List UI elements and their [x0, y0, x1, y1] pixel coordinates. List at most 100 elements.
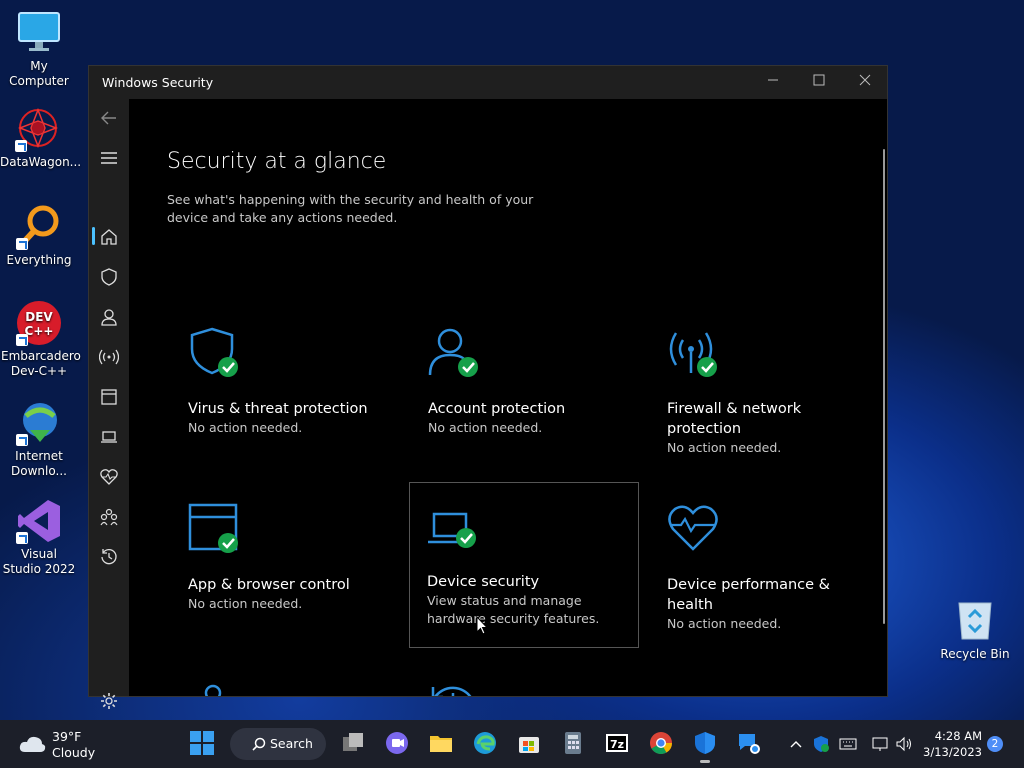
- defender-tray-icon[interactable]: [812, 735, 830, 753]
- nav-account-protection[interactable]: [99, 307, 119, 327]
- scrollbar[interactable]: [883, 149, 885, 624]
- tile-status: No action needed.: [188, 596, 303, 611]
- running-indicator: [700, 760, 710, 763]
- chevron-up-icon: [790, 741, 802, 748]
- 7zip-button[interactable]: 7z: [604, 730, 632, 758]
- notification-count: 2: [991, 738, 999, 750]
- notification-badge[interactable]: 2: [987, 736, 1003, 752]
- nav-settings[interactable]: [99, 691, 119, 711]
- nav-home[interactable]: [99, 227, 119, 247]
- teams-chat-button[interactable]: [384, 730, 412, 758]
- tile-firewall-network-protection[interactable]: Firewall & network protection No action …: [647, 305, 877, 471]
- tile-virus-threat-protection[interactable]: Virus & threat protection No action need…: [168, 305, 398, 471]
- nav-protection-history[interactable]: [99, 547, 119, 567]
- close-button[interactable]: [842, 66, 888, 99]
- volume-tray-icon[interactable]: [895, 735, 913, 753]
- nav-firewall[interactable]: [98, 347, 120, 367]
- back-button[interactable]: [99, 108, 119, 128]
- desktop-icon-label: DataWagon...: [0, 155, 82, 169]
- taskbar-search-button[interactable]: Search: [230, 728, 326, 760]
- protection-history-tile-icon[interactable]: [427, 681, 479, 696]
- visual-studio-icon: [16, 498, 62, 544]
- tile-app-browser-control[interactable]: App & browser control No action needed.: [168, 481, 398, 647]
- svg-text:7z: 7z: [610, 738, 624, 751]
- nav-family-options[interactable]: [99, 507, 119, 527]
- antenna-icon: [98, 349, 120, 365]
- title-bar[interactable]: Windows Security: [89, 66, 887, 99]
- tile-device-performance-health[interactable]: Device performance & health No action ne…: [647, 481, 877, 647]
- shield-check-icon: [188, 327, 240, 379]
- search-icon: [252, 737, 266, 751]
- tile-account-protection[interactable]: Account protection No action needed.: [408, 305, 638, 471]
- start-button[interactable]: [189, 730, 217, 758]
- tile-title: Device performance & health: [667, 577, 830, 613]
- minimize-button[interactable]: [750, 66, 796, 99]
- edge-browser-icon: [474, 732, 496, 754]
- back-arrow-icon: [101, 111, 116, 125]
- store-icon: [519, 737, 539, 753]
- task-view-icon: [343, 733, 363, 751]
- edge-button[interactable]: [472, 730, 500, 758]
- nav-device-performance[interactable]: [99, 467, 119, 487]
- tile-device-security[interactable]: Device security View status and manage h…: [409, 482, 639, 648]
- show-hidden-icons-button[interactable]: [788, 736, 804, 752]
- chrome-icon: [650, 732, 672, 754]
- windows-security-taskbar-button[interactable]: [692, 730, 720, 763]
- shortcut-arrow-icon: [15, 140, 27, 152]
- tile-status: No action needed.: [667, 616, 782, 631]
- windows-logo-icon: [190, 731, 214, 755]
- gear-icon: [101, 693, 117, 709]
- shortcut-arrow-icon: [16, 434, 28, 446]
- chrome-button[interactable]: [648, 730, 676, 758]
- nav-virus-protection[interactable]: [99, 267, 119, 287]
- feedback-icon: [739, 734, 760, 754]
- tile-title: Virus & threat protection: [188, 401, 368, 417]
- active-indicator: [92, 227, 95, 245]
- family-icon: [100, 508, 118, 526]
- browser-window-icon: [101, 389, 117, 405]
- file-explorer-button[interactable]: [428, 730, 456, 758]
- browser-window-check-icon: [188, 503, 240, 555]
- shield-icon: [695, 732, 715, 754]
- tile-title: Account protection: [428, 401, 566, 417]
- shield-check-icon: [814, 736, 829, 752]
- keyboard-tray-icon[interactable]: [839, 735, 857, 753]
- task-view-button[interactable]: [340, 730, 368, 758]
- keyboard-icon: [839, 738, 857, 750]
- taskbar: 39°F Cloudy Search 7z 4:28 AM 3/13/2023 …: [0, 720, 1024, 768]
- tile-status: No action needed.: [188, 420, 303, 435]
- history-icon: [101, 549, 117, 565]
- laptop-check-icon: [428, 504, 480, 556]
- home-icon: [101, 229, 117, 245]
- recycle-bin-icon: [955, 597, 995, 641]
- antenna-check-icon: [667, 327, 719, 379]
- desktop-icon-everything[interactable]: Everything: [1, 204, 77, 268]
- idm-icon: [16, 400, 62, 446]
- desktop-icon-my-computer[interactable]: My Computer: [1, 10, 77, 89]
- weather-widget[interactable]: 39°F Cloudy: [16, 728, 126, 760]
- menu-button[interactable]: [99, 148, 119, 168]
- maximize-button[interactable]: [796, 66, 842, 99]
- desktop-icon-idm[interactable]: Internet Downlo...: [1, 400, 77, 479]
- tile-title: Firewall & network protection: [667, 401, 802, 437]
- calculator-button[interactable]: [560, 730, 588, 758]
- desktop-icon-devcpp[interactable]: DEV C++ Embarcadero Dev-C++: [1, 300, 81, 379]
- laptop-icon: [101, 431, 117, 443]
- nav-device-security[interactable]: [99, 427, 119, 447]
- devcpp-icon: DEV C++: [16, 300, 62, 346]
- tile-title: Device security: [427, 574, 540, 590]
- desktop-icon-visual-studio[interactable]: Visual Studio 2022: [1, 498, 77, 577]
- magnifier-icon: [16, 204, 62, 250]
- page-subtitle: See what's happening with the security a…: [167, 192, 534, 225]
- nav-app-browser[interactable]: [99, 387, 119, 407]
- desktop-icon-recycle-bin[interactable]: Recycle Bin: [940, 597, 1010, 661]
- store-button[interactable]: [516, 730, 544, 758]
- network-tray-icon[interactable]: [871, 735, 889, 753]
- shield-icon: [101, 268, 117, 286]
- family-options-tile-icon[interactable]: [187, 681, 239, 696]
- clock[interactable]: 4:28 AM 3/13/2023: [922, 728, 982, 760]
- hamburger-icon: [101, 152, 117, 164]
- feedback-hub-button[interactable]: [736, 730, 764, 758]
- desktop-icon-datawagon[interactable]: DataWagon...: [0, 106, 82, 170]
- folder-icon: [430, 736, 452, 752]
